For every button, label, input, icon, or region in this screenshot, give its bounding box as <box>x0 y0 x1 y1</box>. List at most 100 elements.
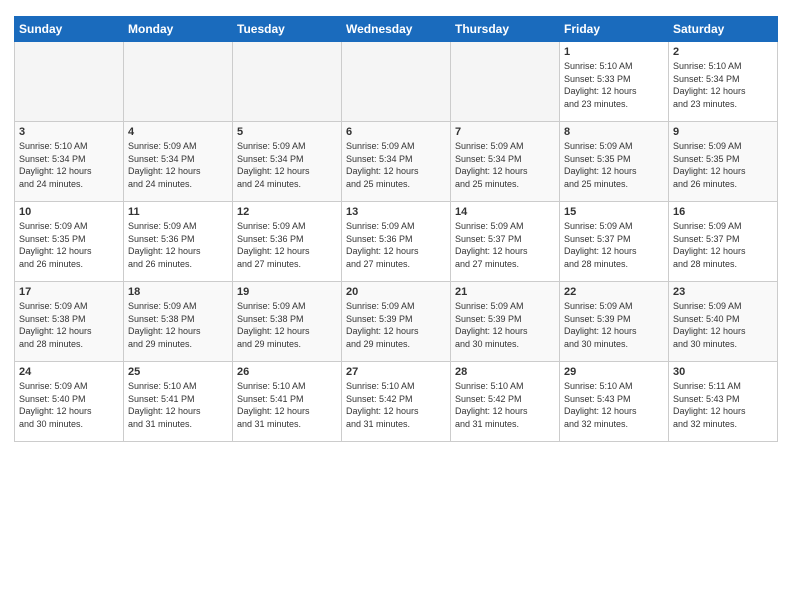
day-number: 13 <box>346 206 446 218</box>
table-cell: 29 Sunrise: 5:10 AM Sunset: 5:43 PM Dayli… <box>560 362 669 442</box>
col-tuesday: Tuesday <box>233 17 342 42</box>
table-cell: 3 Sunrise: 5:10 AM Sunset: 5:34 PM Daylig… <box>15 122 124 202</box>
calendar-table: Sunday Monday Tuesday Wednesday Thursday… <box>14 16 778 442</box>
day-info: Sunrise: 5:10 AM Sunset: 5:42 PM Dayligh… <box>346 380 446 430</box>
day-number: 8 <box>564 126 664 138</box>
day-number: 2 <box>673 46 773 58</box>
table-cell: 9 Sunrise: 5:09 AM Sunset: 5:35 PM Daylig… <box>669 122 778 202</box>
day-info: Sunrise: 5:10 AM Sunset: 5:43 PM Dayligh… <box>564 380 664 430</box>
col-monday: Monday <box>124 17 233 42</box>
day-number: 20 <box>346 286 446 298</box>
table-cell: 11 Sunrise: 5:09 AM Sunset: 5:36 PM Dayli… <box>124 202 233 282</box>
table-cell <box>124 42 233 122</box>
day-number: 23 <box>673 286 773 298</box>
table-cell <box>342 42 451 122</box>
day-info: Sunrise: 5:09 AM Sunset: 5:38 PM Dayligh… <box>19 300 119 350</box>
calendar-week-row: 17 Sunrise: 5:09 AM Sunset: 5:38 PM Dayli… <box>15 282 778 362</box>
table-cell: 27 Sunrise: 5:10 AM Sunset: 5:42 PM Dayli… <box>342 362 451 442</box>
col-wednesday: Wednesday <box>342 17 451 42</box>
day-info: Sunrise: 5:09 AM Sunset: 5:40 PM Dayligh… <box>19 380 119 430</box>
day-info: Sunrise: 5:09 AM Sunset: 5:40 PM Dayligh… <box>673 300 773 350</box>
day-number: 17 <box>19 286 119 298</box>
table-cell: 22 Sunrise: 5:09 AM Sunset: 5:39 PM Dayli… <box>560 282 669 362</box>
col-friday: Friday <box>560 17 669 42</box>
day-number: 22 <box>564 286 664 298</box>
calendar-week-row: 24 Sunrise: 5:09 AM Sunset: 5:40 PM Dayli… <box>15 362 778 442</box>
table-cell: 19 Sunrise: 5:09 AM Sunset: 5:38 PM Dayli… <box>233 282 342 362</box>
table-cell: 30 Sunrise: 5:11 AM Sunset: 5:43 PM Dayli… <box>669 362 778 442</box>
day-number: 11 <box>128 206 228 218</box>
day-info: Sunrise: 5:09 AM Sunset: 5:36 PM Dayligh… <box>237 220 337 270</box>
table-cell: 23 Sunrise: 5:09 AM Sunset: 5:40 PM Dayli… <box>669 282 778 362</box>
day-info: Sunrise: 5:10 AM Sunset: 5:33 PM Dayligh… <box>564 60 664 110</box>
day-number: 28 <box>455 366 555 378</box>
table-cell <box>233 42 342 122</box>
day-info: Sunrise: 5:09 AM Sunset: 5:35 PM Dayligh… <box>673 140 773 190</box>
table-cell: 14 Sunrise: 5:09 AM Sunset: 5:37 PM Dayli… <box>451 202 560 282</box>
table-cell: 28 Sunrise: 5:10 AM Sunset: 5:42 PM Dayli… <box>451 362 560 442</box>
day-info: Sunrise: 5:09 AM Sunset: 5:37 PM Dayligh… <box>673 220 773 270</box>
calendar-week-row: 1Sunrise: 5:10 AM Sunset: 5:33 PM Daylig… <box>15 42 778 122</box>
table-cell: 1Sunrise: 5:10 AM Sunset: 5:33 PM Daylig… <box>560 42 669 122</box>
table-cell: 15 Sunrise: 5:09 AM Sunset: 5:37 PM Dayli… <box>560 202 669 282</box>
day-info: Sunrise: 5:11 AM Sunset: 5:43 PM Dayligh… <box>673 380 773 430</box>
day-number: 29 <box>564 366 664 378</box>
day-info: Sunrise: 5:09 AM Sunset: 5:38 PM Dayligh… <box>237 300 337 350</box>
day-number: 27 <box>346 366 446 378</box>
day-info: Sunrise: 5:09 AM Sunset: 5:36 PM Dayligh… <box>128 220 228 270</box>
day-info: Sunrise: 5:10 AM Sunset: 5:34 PM Dayligh… <box>673 60 773 110</box>
day-number: 24 <box>19 366 119 378</box>
table-cell: 24 Sunrise: 5:09 AM Sunset: 5:40 PM Dayli… <box>15 362 124 442</box>
day-number: 4 <box>128 126 228 138</box>
day-number: 10 <box>19 206 119 218</box>
day-number: 15 <box>564 206 664 218</box>
day-info: Sunrise: 5:09 AM Sunset: 5:36 PM Dayligh… <box>346 220 446 270</box>
day-info: Sunrise: 5:09 AM Sunset: 5:38 PM Dayligh… <box>128 300 228 350</box>
day-number: 12 <box>237 206 337 218</box>
table-cell: 13 Sunrise: 5:09 AM Sunset: 5:36 PM Dayli… <box>342 202 451 282</box>
day-info: Sunrise: 5:10 AM Sunset: 5:41 PM Dayligh… <box>128 380 228 430</box>
table-cell: 21Sunrise: 5:09 AM Sunset: 5:39 PM Dayli… <box>451 282 560 362</box>
day-info: Sunrise: 5:10 AM Sunset: 5:41 PM Dayligh… <box>237 380 337 430</box>
table-cell: 6 Sunrise: 5:09 AM Sunset: 5:34 PM Daylig… <box>342 122 451 202</box>
table-cell: 20 Sunrise: 5:09 AM Sunset: 5:39 PM Dayli… <box>342 282 451 362</box>
day-info: Sunrise: 5:09 AM Sunset: 5:35 PM Dayligh… <box>19 220 119 270</box>
day-info: Sunrise: 5:09 AM Sunset: 5:39 PM Dayligh… <box>346 300 446 350</box>
table-cell: 25 Sunrise: 5:10 AM Sunset: 5:41 PM Dayli… <box>124 362 233 442</box>
day-info: Sunrise: 5:09 AM Sunset: 5:34 PM Dayligh… <box>455 140 555 190</box>
table-cell: 17 Sunrise: 5:09 AM Sunset: 5:38 PM Dayli… <box>15 282 124 362</box>
day-info: Sunrise: 5:09 AM Sunset: 5:37 PM Dayligh… <box>455 220 555 270</box>
day-number: 21 <box>455 286 555 298</box>
day-number: 18 <box>128 286 228 298</box>
table-cell: 18 Sunrise: 5:09 AM Sunset: 5:38 PM Dayli… <box>124 282 233 362</box>
day-number: 3 <box>19 126 119 138</box>
day-number: 26 <box>237 366 337 378</box>
day-number: 6 <box>346 126 446 138</box>
day-info: Sunrise: 5:09 AM Sunset: 5:37 PM Dayligh… <box>564 220 664 270</box>
day-info: Sunrise: 5:09 AM Sunset: 5:34 PM Dayligh… <box>237 140 337 190</box>
calendar-header-row: Sunday Monday Tuesday Wednesday Thursday… <box>15 17 778 42</box>
table-cell: 8 Sunrise: 5:09 AM Sunset: 5:35 PM Daylig… <box>560 122 669 202</box>
day-number: 19 <box>237 286 337 298</box>
day-number: 30 <box>673 366 773 378</box>
day-info: Sunrise: 5:10 AM Sunset: 5:34 PM Dayligh… <box>19 140 119 190</box>
day-info: Sunrise: 5:09 AM Sunset: 5:34 PM Dayligh… <box>346 140 446 190</box>
table-cell <box>15 42 124 122</box>
calendar-week-row: 3 Sunrise: 5:10 AM Sunset: 5:34 PM Daylig… <box>15 122 778 202</box>
day-info: Sunrise: 5:09 AM Sunset: 5:34 PM Dayligh… <box>128 140 228 190</box>
day-info: Sunrise: 5:10 AM Sunset: 5:42 PM Dayligh… <box>455 380 555 430</box>
day-info: Sunrise: 5:09 AM Sunset: 5:35 PM Dayligh… <box>564 140 664 190</box>
table-cell: 10 Sunrise: 5:09 AM Sunset: 5:35 PM Dayli… <box>15 202 124 282</box>
day-number: 16 <box>673 206 773 218</box>
col-thursday: Thursday <box>451 17 560 42</box>
day-number: 14 <box>455 206 555 218</box>
day-number: 9 <box>673 126 773 138</box>
col-saturday: Saturday <box>669 17 778 42</box>
page: General Blue Sunday Monday Tuesday Wedne… <box>0 0 792 612</box>
day-info: Sunrise: 5:09 AM Sunset: 5:39 PM Dayligh… <box>564 300 664 350</box>
day-number: 25 <box>128 366 228 378</box>
day-number: 5 <box>237 126 337 138</box>
table-cell: 26 Sunrise: 5:10 AM Sunset: 5:41 PM Dayli… <box>233 362 342 442</box>
table-cell: 7Sunrise: 5:09 AM Sunset: 5:34 PM Daylig… <box>451 122 560 202</box>
col-sunday: Sunday <box>15 17 124 42</box>
